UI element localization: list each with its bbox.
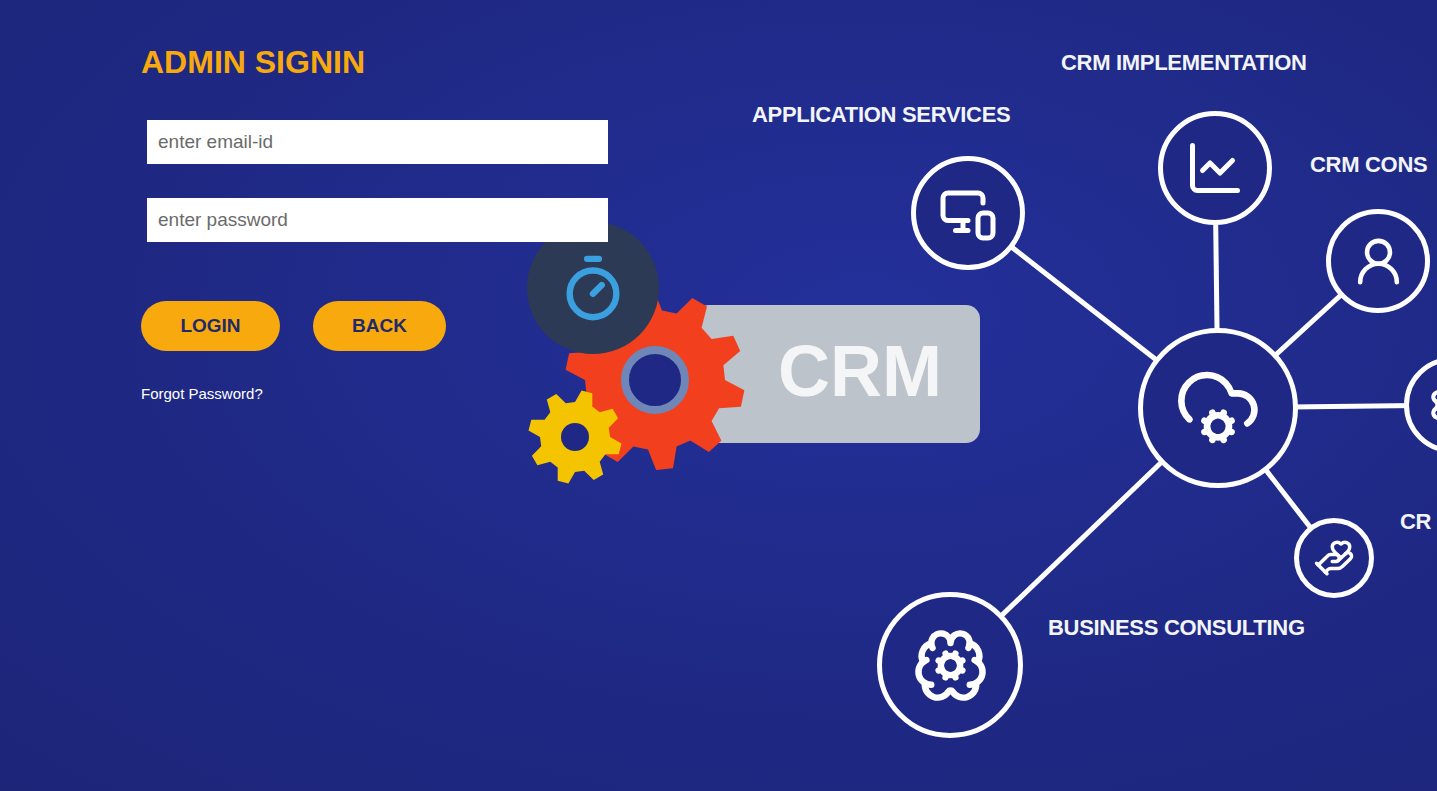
email-input[interactable] [147, 120, 608, 164]
form-title: ADMIN SIGNIN [141, 44, 365, 80]
consultant-icon [1351, 234, 1406, 289]
diagram-label: BUSINESS CONSULTING [1048, 615, 1305, 641]
gear-icon [1427, 380, 1437, 430]
diagram-label: CRM CONS [1310, 152, 1427, 178]
diagram-label: APPLICATION SERVICES [752, 102, 1010, 128]
login-button[interactable]: LOGIN [141, 301, 280, 351]
button-row: LOGIN BACK [141, 301, 446, 351]
password-input[interactable] [147, 198, 608, 242]
diagram-node [1326, 209, 1430, 313]
cloud-gear-icon [1174, 364, 1262, 452]
diagram-node [1158, 111, 1272, 225]
hands-icon [1313, 537, 1355, 579]
diagram-node [1404, 357, 1437, 453]
devices-icon [938, 183, 998, 243]
diagram-node [877, 592, 1023, 738]
chart-icon [1185, 138, 1245, 198]
diagram-node [1294, 518, 1374, 598]
crm-badge: CRM [778, 328, 942, 414]
signin-form: ADMIN SIGNIN LOGIN BACK Forgot Password? [0, 0, 621, 402]
diagram-label: CR [1400, 509, 1431, 535]
diagram-node [911, 156, 1025, 270]
forgot-password-link[interactable]: Forgot Password? [141, 385, 263, 402]
diagram-label: CRM IMPLEMENTATION [1061, 50, 1307, 76]
brain-icon [912, 627, 989, 704]
back-button[interactable]: BACK [313, 301, 446, 351]
hub-node [1138, 328, 1298, 488]
stopwatch-icon [558, 253, 628, 323]
signin-page: CRM CRM IMPLEMENTATION APPLICATION SERVICE… [0, 0, 1437, 791]
crm-bar [695, 305, 980, 443]
yellow-gear-icon [529, 391, 622, 484]
